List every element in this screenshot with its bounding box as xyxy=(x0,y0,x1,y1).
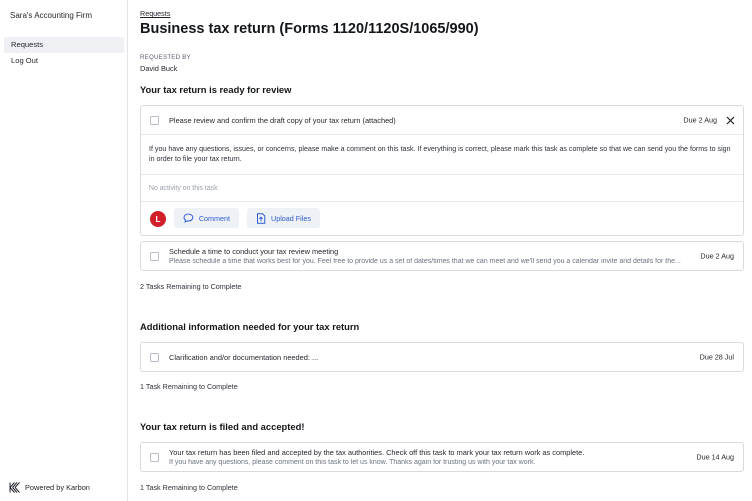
task-text[interactable]: Please review and confirm the draft copy… xyxy=(169,106,691,134)
task-row[interactable]: Your tax return has been filed and accep… xyxy=(141,443,743,471)
tasks-remaining: 1 Task Remaining to Complete xyxy=(140,483,238,492)
task-subtitle: Please schedule a time that works best f… xyxy=(169,258,681,265)
task-title: Please review and confirm the draft copy… xyxy=(169,115,396,125)
task-checkbox[interactable] xyxy=(150,115,159,125)
task-card-review-draft: Please review and confirm the draft copy… xyxy=(140,105,744,236)
task-actions: L Comment Upload Files xyxy=(141,201,743,235)
upload-files-label: Upload Files xyxy=(271,213,311,223)
task-title: Clarification and/or documentation neede… xyxy=(169,352,319,362)
task-card-filed-accepted: Your tax return has been filed and accep… xyxy=(140,442,744,472)
task-checkbox[interactable] xyxy=(150,352,159,362)
powered-by-label: Powered by Karbon xyxy=(25,482,90,492)
due-date: Due 2 Aug xyxy=(700,251,734,261)
tasks-remaining: 1 Task Remaining to Complete xyxy=(140,382,238,391)
section-title-review: Your tax return is ready for review xyxy=(140,84,292,95)
task-card-clarification: Clarification and/or documentation neede… xyxy=(140,342,744,372)
close-icon xyxy=(726,116,734,124)
due-date: Due 28 Jul xyxy=(699,352,734,362)
powered-by[interactable]: Powered by Karbon xyxy=(9,480,90,494)
close-task-button[interactable] xyxy=(724,114,736,126)
task-checkbox[interactable] xyxy=(150,452,159,462)
page-title: Business tax return (Forms 1120/1120S/10… xyxy=(140,21,479,37)
sidebar-item-requests[interactable]: Requests xyxy=(4,37,124,53)
requested-by-label: REQUESTED BY xyxy=(140,54,191,61)
task-row[interactable]: Schedule a time to conduct your tax revi… xyxy=(141,242,743,270)
activity-feed: No activity on this task xyxy=(141,174,743,201)
karbon-logo-icon xyxy=(9,481,20,493)
sidebar-item-log-out[interactable]: Log Out xyxy=(4,53,124,69)
comment-label: Comment xyxy=(198,213,230,223)
tasks-remaining: 2 Tasks Remaining to Complete xyxy=(140,282,242,291)
task-text[interactable]: Schedule a time to conduct your tax revi… xyxy=(169,242,691,270)
task-text[interactable]: Your tax return has been filed and accep… xyxy=(169,443,691,471)
section-title-additional-info: Additional information needed for your t… xyxy=(140,321,360,332)
due-date: Due 14 Aug xyxy=(696,452,734,462)
firm-name: Sara's Accounting Firm xyxy=(10,11,93,20)
task-title: Schedule a time to conduct your tax revi… xyxy=(169,247,339,256)
task-checkbox[interactable] xyxy=(150,251,159,261)
avatar: L xyxy=(150,211,166,227)
section-title-filed: Your tax return is filed and accepted! xyxy=(140,421,305,432)
upload-files-button[interactable]: Upload Files xyxy=(247,208,320,228)
task-row[interactable]: Clarification and/or documentation neede… xyxy=(141,343,743,371)
task-title: Your tax return has been filed and accep… xyxy=(169,448,585,457)
task-row[interactable]: Please review and confirm the draft copy… xyxy=(141,106,743,134)
task-subtitle: If you have any questions, please commen… xyxy=(169,459,536,466)
task-card-schedule-meeting: Schedule a time to conduct your tax revi… xyxy=(140,241,744,271)
requested-by-name: David Buck xyxy=(140,64,178,73)
breadcrumb-requests[interactable]: Requests xyxy=(140,9,170,18)
main-content: Requests Business tax return (Forms 1120… xyxy=(140,0,744,501)
comment-icon xyxy=(183,213,194,223)
upload-icon xyxy=(257,212,266,224)
task-text[interactable]: Clarification and/or documentation neede… xyxy=(169,343,691,371)
due-date: Due 2 Aug xyxy=(683,115,717,125)
task-description: If you have any questions, issues, or co… xyxy=(141,134,743,174)
comment-button[interactable]: Comment xyxy=(174,208,239,228)
sidebar: Sara's Accounting Firm Requests Log Out … xyxy=(0,0,128,501)
